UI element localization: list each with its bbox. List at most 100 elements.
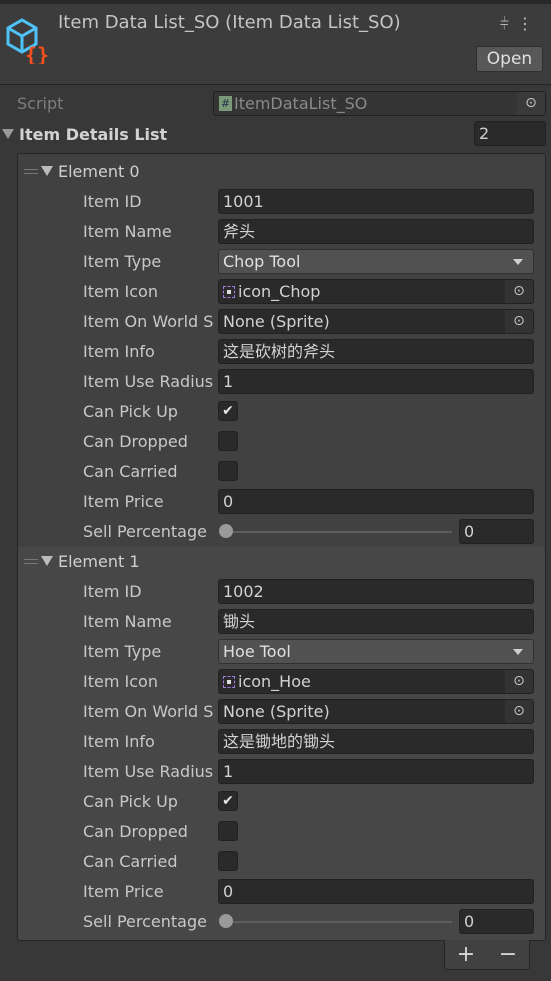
slider-handle[interactable]	[219, 524, 233, 538]
item-world-field[interactable]: None (Sprite) ⊙	[218, 309, 534, 334]
item-info-field[interactable]: 这是砍树的斧头	[218, 339, 534, 364]
label-text: Can Pick Up	[83, 791, 178, 811]
label-text: Can Pick Up	[83, 401, 178, 421]
foldout-arrow-icon[interactable]	[2, 129, 14, 139]
item-type-dropdown[interactable]: Hoe Tool	[218, 639, 534, 664]
carry-checkbox[interactable]	[218, 461, 238, 481]
drag-handle-icon[interactable]	[24, 168, 38, 174]
item-price-field[interactable]: 0	[218, 489, 534, 514]
field-label-drop: Can Dropped	[83, 426, 213, 456]
field-label-info: Item Info	[83, 336, 213, 366]
pick-checkbox[interactable]: ✔	[218, 791, 238, 811]
settings-sliders-icon[interactable]: ⫩	[500, 14, 517, 33]
label-text: Item Type	[83, 251, 162, 271]
label-text: Item Icon	[83, 671, 158, 691]
item-icon-field[interactable]: icon_Hoe ⊙	[218, 669, 534, 694]
object-value: None (Sprite)	[223, 312, 330, 331]
field-label-carry: Can Carried	[83, 456, 213, 486]
foldout-arrow-icon[interactable]	[41, 166, 53, 176]
drop-checkbox[interactable]	[218, 821, 238, 841]
label-text: Item Info	[83, 731, 155, 751]
sprite-icon	[223, 286, 235, 298]
item-id-field[interactable]: 1002	[218, 579, 534, 604]
object-picker-icon[interactable]: ⊙	[517, 92, 545, 115]
dropdown-value: Chop Tool	[223, 252, 301, 271]
field-label-sell: Sell Percentage	[83, 516, 213, 546]
field-label-icon: Item Icon	[83, 276, 213, 306]
drop-checkbox[interactable]	[218, 431, 238, 451]
field-label-info: Item Info	[83, 726, 213, 756]
item-info-field[interactable]: 这是锄地的锄头	[218, 729, 534, 754]
scriptable-object-icon: {}	[6, 18, 49, 64]
item-name-field[interactable]: 锄头	[218, 609, 534, 634]
dropdown-value: Hoe Tool	[223, 642, 291, 661]
label-text: Can Dropped	[83, 431, 188, 451]
checkmark-icon: ✔	[222, 403, 234, 419]
item-radius-field[interactable]: 1	[218, 369, 534, 394]
script-label-text: Script	[17, 93, 64, 113]
field-label-sell: Sell Percentage	[83, 906, 213, 936]
element-title: Element 1	[58, 551, 140, 571]
label-text: Sell Percentage	[83, 911, 207, 931]
label-text: Item Name	[83, 611, 172, 631]
object-picker-icon[interactable]: ⊙	[505, 310, 533, 333]
object-picker-icon[interactable]: ⊙	[505, 700, 533, 723]
item-radius-field[interactable]: 1	[218, 759, 534, 784]
object-picker-icon[interactable]: ⊙	[505, 280, 533, 303]
remove-element-button[interactable]: −	[499, 942, 517, 967]
inspector-title: Item Data List_SO (Item Data List_SO)	[58, 12, 401, 33]
label-text: Item ID	[83, 581, 142, 601]
list-footer: + −	[444, 940, 530, 970]
item-details-list-foldout[interactable]: Item Details List	[2, 119, 167, 149]
item-icon-field[interactable]: icon_Chop ⊙	[218, 279, 534, 304]
label-text: Item On World Sprite	[83, 701, 213, 721]
element-foldout[interactable]: Element 0	[24, 156, 140, 186]
script-field[interactable]: # ItemDataList_SO ⊙	[213, 91, 546, 116]
item-price-field[interactable]: 0	[218, 879, 534, 904]
sell-percentage-slider[interactable]	[226, 921, 452, 923]
field-label-name: Item Name	[83, 606, 213, 636]
item-name-field[interactable]: 斧头	[218, 219, 534, 244]
label-text: Item Price	[83, 881, 164, 901]
field-label-id: Item ID	[83, 186, 213, 216]
foldout-arrow-icon[interactable]	[41, 556, 53, 566]
field-label-type: Item Type	[83, 246, 213, 276]
open-button[interactable]: Open	[476, 46, 543, 72]
label-text: Can Carried	[83, 461, 178, 481]
field-label-id: Item ID	[83, 576, 213, 606]
object-value: None (Sprite)	[223, 702, 330, 721]
sell-percentage-slider[interactable]	[226, 531, 452, 533]
list-size-field[interactable]: 2	[474, 121, 546, 146]
drag-handle-icon[interactable]	[24, 558, 38, 564]
object-picker-icon[interactable]: ⊙	[505, 670, 533, 693]
script-value: ItemDataList_SO	[234, 94, 368, 113]
label-text: Can Dropped	[83, 821, 188, 841]
field-label-type: Item Type	[83, 636, 213, 666]
label-text: Item ID	[83, 191, 142, 211]
object-value: icon_Chop	[238, 282, 321, 301]
item-type-dropdown[interactable]: Chop Tool	[218, 249, 534, 274]
item-world-field[interactable]: None (Sprite) ⊙	[218, 699, 534, 724]
element-foldout[interactable]: Element 1	[24, 546, 140, 576]
pick-checkbox[interactable]: ✔	[218, 401, 238, 421]
label-text: Can Carried	[83, 851, 178, 871]
field-label-world: Item On World Sprite	[83, 696, 213, 726]
object-value: icon_Hoe	[238, 672, 311, 691]
more-menu-icon[interactable]: ⋮	[517, 14, 541, 33]
add-element-button[interactable]: +	[457, 942, 475, 967]
sell-percentage-field[interactable]: 0	[459, 909, 534, 934]
sell-percentage-field[interactable]: 0	[459, 519, 534, 544]
sprite-icon	[223, 676, 235, 688]
label-text: Sell Percentage	[83, 521, 207, 541]
script-hash-icon: #	[219, 96, 232, 111]
field-label-pick: Can Pick Up	[83, 786, 213, 816]
field-label-radius: Item Use Radius	[83, 366, 213, 396]
carry-checkbox[interactable]	[218, 851, 238, 871]
field-label-name: Item Name	[83, 216, 213, 246]
script-label: Script	[17, 88, 63, 118]
item-id-field[interactable]: 1001	[218, 189, 534, 214]
label-text: Item Icon	[83, 281, 158, 301]
field-label-icon: Item Icon	[83, 666, 213, 696]
slider-handle[interactable]	[219, 914, 233, 928]
field-label-world: Item On World Sprite	[83, 306, 213, 336]
